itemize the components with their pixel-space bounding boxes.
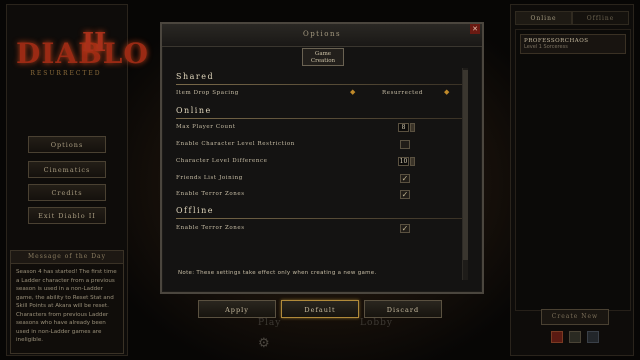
game-logo: DIABLO II RESURRECTED [16,28,148,77]
play-button[interactable]: Play [258,318,281,328]
friends-list-joining-label: Friends List Joining [176,175,243,181]
motd-body: Season 4 has started! The first time a L… [16,269,117,343]
options-dialog: Options ✕ Game Creation Shared Item Drop… [160,22,484,294]
terror-zones-offline-label: Enable Terror Zones [176,225,245,231]
motd-title: Message of the Day [11,251,123,264]
friends-list-joining-checkbox[interactable]: ✓ [400,174,410,183]
section-shared: Shared [176,72,215,81]
logo-subtitle: RESURRECTED [30,70,102,77]
logo-numeral: II [82,28,107,58]
arrow-left-icon[interactable]: ◆ [350,88,355,96]
discard-button[interactable]: Discard [364,300,442,318]
default-button[interactable]: Default [281,300,359,318]
section-divider [176,118,462,119]
mode-tabs: Online Offline [515,11,629,25]
gear-icon[interactable]: ⚙ [258,336,270,351]
terror-zones-online-checkbox[interactable]: ✓ [400,190,410,199]
lobby-button[interactable]: Lobby [360,318,393,328]
settings-list: Shared Item Drop Spacing ◆ Resurrected ◆… [172,68,462,280]
max-player-count-input[interactable]: 8 [398,123,409,132]
tab-game-creation[interactable]: Game Creation [302,48,344,66]
scrollbar-thumb[interactable] [463,70,468,260]
settings-note: Note: These settings take effect only wh… [178,270,377,276]
settings-scrollbar[interactable] [462,68,468,280]
arrow-right-icon[interactable]: ◆ [444,88,449,96]
dialog-header: Options ✕ [162,24,482,47]
dialog-title: Options [302,30,342,38]
char-level-difference-stepper[interactable] [410,157,415,166]
credits-button[interactable]: Credits [28,184,106,201]
terror-zones-online-label: Enable Terror Zones [176,191,245,197]
tab-online[interactable]: Online [515,11,572,25]
item-drop-spacing-label: Item Drop Spacing [176,90,239,96]
section-offline: Offline [176,206,214,215]
char-level-restriction-label: Enable Character Level Restriction [176,141,295,147]
cinematics-button[interactable]: Cinematics [28,161,106,178]
character-info-icon[interactable] [587,331,599,343]
character-panel: Online Offline PROFESSORCHAOS Level 1 So… [510,4,634,356]
character-list: PROFESSORCHAOS Level 1 Sorceress [515,29,631,311]
section-divider [176,218,462,219]
char-level-difference-label: Character Level Difference [176,158,268,164]
options-button[interactable]: Options [28,136,106,153]
convert-character-icon[interactable] [569,331,581,343]
char-level-restriction-checkbox[interactable] [400,140,410,149]
char-level-difference-input[interactable]: 10 [398,157,409,166]
character-info: Level 1 Sorceress [524,44,568,50]
close-icon[interactable]: ✕ [470,24,480,34]
delete-character-icon[interactable] [551,331,563,343]
character-entry[interactable]: PROFESSORCHAOS Level 1 Sorceress [520,34,626,54]
item-drop-spacing-value: Resurrected [382,90,423,96]
terror-zones-offline-checkbox[interactable]: ✓ [400,224,410,233]
apply-button[interactable]: Apply [198,300,276,318]
section-online: Online [176,106,212,115]
message-of-the-day: Message of the Day Season 4 has started!… [10,250,124,354]
create-new-button[interactable]: Create New [541,309,609,325]
max-player-count-stepper[interactable] [410,123,415,132]
max-player-count-label: Max Player Count [176,124,236,130]
exit-game-button[interactable]: Exit Diablo II [28,207,106,224]
tab-offline[interactable]: Offline [572,11,629,25]
section-divider [176,84,462,85]
